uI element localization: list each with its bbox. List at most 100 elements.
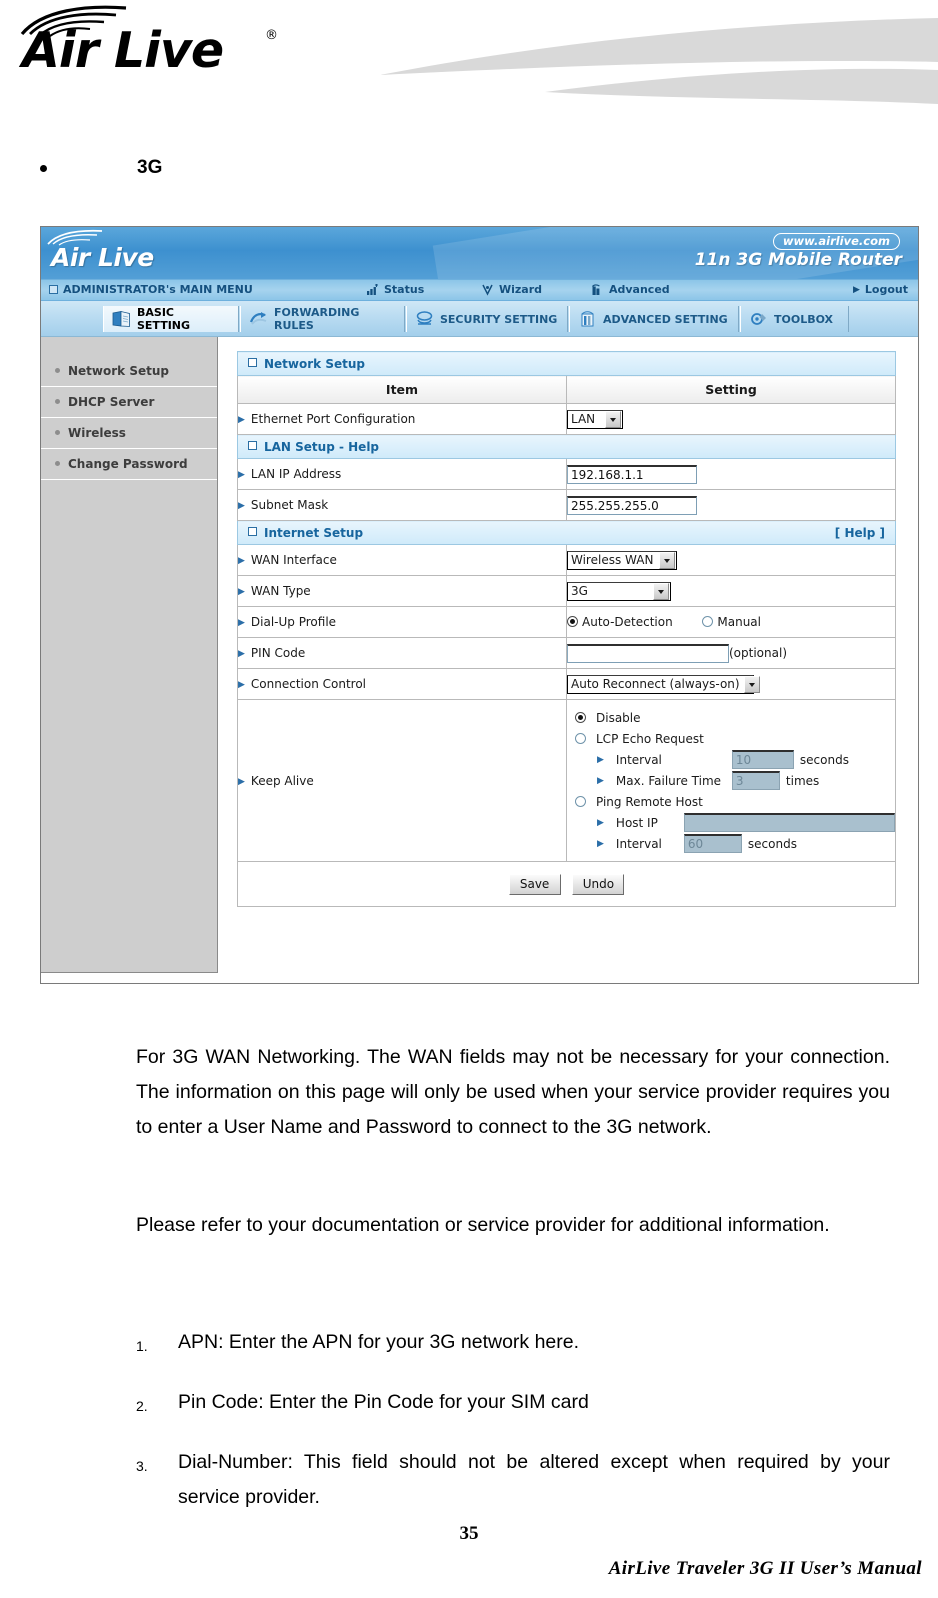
sidebar-item-change-password[interactable]: Change Password [41, 449, 217, 480]
list-item-number: 1. [136, 1338, 148, 1354]
sidebar-item-wireless[interactable]: Wireless [41, 418, 217, 449]
nav-wizard[interactable]: Wizard [481, 283, 542, 296]
footer-manual-title: AirLive Traveler 3G II User’s Manual [608, 1558, 922, 1579]
ethernet-port-configuration-select[interactable]: LAN [567, 409, 623, 429]
max-failure-time-row: ▶ Max. Failure Time 3 times [575, 770, 895, 791]
tab-forwarding-rules[interactable]: FORWARDING RULES [240, 306, 405, 332]
router-web-ui-screenshot: Air Live www.airlive.com 11n 3G Mobile R… [40, 226, 919, 984]
router-url-badge[interactable]: www.airlive.com [772, 233, 900, 250]
chevron-down-icon[interactable] [605, 411, 621, 428]
pin-code-input[interactable] [567, 643, 729, 663]
nav-status[interactable]: Status [366, 283, 424, 296]
help-link[interactable]: [ Help ] [835, 526, 885, 540]
list-item-2: 2. Pin Code: Enter the Pin Code for your… [136, 1385, 890, 1420]
keep-alive-lcp-radio[interactable] [575, 733, 586, 744]
row-setting-cell: 3G [566, 575, 896, 607]
bullet-dot-icon [55, 430, 60, 435]
chevron-down-icon[interactable] [653, 583, 669, 600]
wan-interface-select[interactable]: Wireless WAN [567, 550, 677, 570]
building-icon [591, 283, 604, 296]
row-setting-cell: Auto Reconnect (always-on) [566, 668, 896, 700]
host-ip-input[interactable] [683, 813, 895, 832]
nav-advanced[interactable]: Advanced [591, 283, 670, 296]
triangle-right-icon: ▶ [238, 501, 245, 511]
chevron-down-icon[interactable] [659, 552, 675, 569]
ping-interval-label: Interval [615, 836, 662, 851]
sidebar-item-label: Change Password [68, 457, 188, 471]
keep-alive-disable-label: Disable [596, 710, 641, 725]
dial-up-profile-auto-label: Auto-Detection [582, 615, 673, 629]
triangle-right-icon: ▶ [238, 470, 245, 480]
tab-basic-setting[interactable]: BASIC SETTING [103, 306, 239, 332]
lcp-interval-input[interactable]: 10 [731, 750, 794, 769]
tab-toolbox[interactable]: TOOLBOX [740, 306, 849, 332]
bullet-dot-icon [55, 368, 60, 373]
keep-alive-disable-option[interactable]: Disable [575, 707, 895, 728]
subnet-mask-input[interactable]: 255.255.255.0 [567, 495, 697, 515]
pin-code-suffix: (optional) [729, 645, 787, 660]
max-failure-time-input[interactable]: 3 [731, 771, 780, 790]
list-item-1: 1. APN: Enter the APN for your 3G networ… [136, 1325, 890, 1360]
keep-alive-lcp-option[interactable]: LCP Echo Request [575, 728, 895, 749]
row-pin-code: ▶ PIN Code (optional) [237, 637, 896, 669]
keep-alive-disable-radio[interactable] [575, 712, 586, 723]
page-header: Air Live ® [0, 0, 938, 128]
keep-alive-ping-radio[interactable] [575, 796, 586, 807]
tab-security-setting[interactable]: SECURITY SETTING [406, 306, 568, 332]
chevron-down-icon[interactable] [743, 676, 760, 693]
row-setting-cell: 192.168.1.1 [566, 458, 896, 490]
lcp-interval-unit: seconds [799, 752, 849, 767]
row-label-cell: ▶ Ethernet Port Configuration [237, 403, 567, 435]
row-label-cell: ▶ Keep Alive [237, 699, 567, 862]
bullet-dot-icon [40, 165, 47, 172]
sidebar-item-network-setup[interactable]: Network Setup [41, 356, 217, 387]
row-dial-up-profile: ▶ Dial-Up Profile Auto-Detection Manual [237, 606, 896, 638]
connection-control-select[interactable]: Auto Reconnect (always-on) [567, 674, 760, 694]
router-nav-bar: ADMINISTRATOR's MAIN MENU Status Wizard … [41, 279, 918, 301]
section-header-lan-setup-help: LAN Setup - Help [237, 434, 896, 459]
row-wan-interface: ▶ WAN Interface Wireless WAN [237, 544, 896, 576]
router-model-name: 11n 3G Mobile Router [694, 250, 902, 270]
row-label: Keep Alive [250, 773, 314, 788]
wan-type-select[interactable]: 3G [567, 581, 671, 601]
triangle-right-icon: ▶ [238, 680, 245, 690]
dial-up-profile-auto-radio[interactable] [567, 616, 578, 627]
section-title: Network Setup [264, 356, 365, 371]
sidebar-item-dhcp-server[interactable]: DHCP Server [41, 387, 217, 418]
forward-icon [249, 310, 268, 328]
keep-alive-ping-option[interactable]: Ping Remote Host [575, 791, 895, 812]
paragraph-2: Please refer to your documentation or se… [136, 1214, 830, 1236]
max-failure-time-unit: times [785, 773, 820, 788]
dial-up-profile-manual-radio[interactable] [702, 616, 714, 627]
undo-button[interactable]: Undo [572, 873, 625, 895]
nav-main-menu-label: ADMINISTRATOR's MAIN MENU [63, 283, 253, 296]
row-label: Subnet Mask [250, 498, 329, 512]
sidebar-item-label: Wireless [68, 426, 126, 440]
row-setting-cell: (optional) [566, 637, 896, 669]
signal-bars-icon [366, 283, 379, 296]
router-logo-wordmark: Air Live [51, 243, 154, 272]
lcp-interval-row: ▶ Interval 10 seconds [575, 749, 895, 770]
tab-advanced-setting[interactable]: ADVANCED SETTING [569, 306, 739, 332]
save-button[interactable]: Save [508, 873, 561, 895]
keep-alive-options: Disable LCP Echo Request ▶ Interval 10 s… [567, 700, 895, 861]
lan-ip-address-input[interactable]: 192.168.1.1 [567, 464, 697, 484]
bullet-heading-label: 3G [137, 157, 163, 178]
tower-icon [578, 310, 597, 328]
router-brand-bar: Air Live www.airlive.com 11n 3G Mobile R… [41, 227, 918, 279]
square-bullet-icon [248, 357, 257, 367]
row-wan-type: ▶ WAN Type 3G [237, 575, 896, 607]
router-body: Network Setup DHCP Server Wireless Chang… [41, 337, 918, 983]
nav-logout[interactable]: ▶ Logout [853, 283, 908, 296]
keep-alive-lcp-label: LCP Echo Request [596, 731, 704, 746]
shield-icon [415, 310, 434, 328]
nav-main-menu[interactable]: ADMINISTRATOR's MAIN MENU [49, 283, 253, 296]
triangle-right-icon: ▶ [597, 838, 604, 849]
row-setting-cell: Auto-Detection Manual [566, 606, 896, 638]
ping-interval-input[interactable]: 60 [683, 834, 742, 853]
row-label: Dial-Up Profile [250, 615, 337, 629]
sidebar-top-spacer [41, 337, 217, 356]
tab-toolbox-label: TOOLBOX [774, 312, 834, 326]
dial-up-profile-manual-label: Manual [717, 615, 761, 629]
table-column-headers: Item Setting [237, 375, 896, 404]
